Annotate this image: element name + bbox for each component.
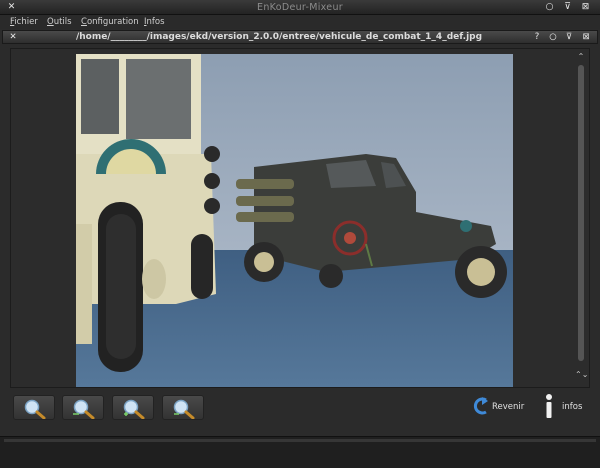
zoom-original-icon	[73, 399, 95, 419]
subwindow-close-button[interactable]: ✕	[8, 32, 18, 42]
infos-label: infos	[562, 402, 583, 412]
file-path: /home/________/images/ekd/version_2.0.0/…	[75, 32, 483, 42]
undo-arrow-icon	[473, 397, 488, 415]
image-preview[interactable]	[76, 54, 513, 387]
scroll-thumb[interactable]	[578, 65, 584, 361]
window-title: EnKoDeur-Mixeur	[257, 2, 343, 13]
window-minimize-icon[interactable]: ⊽	[562, 2, 573, 13]
window-shade-icon[interactable]: ○	[544, 2, 555, 13]
zoom-fit-button[interactable]	[13, 395, 55, 420]
zoom-out-button[interactable]	[162, 395, 204, 420]
menu-configuration[interactable]: Configuration	[81, 17, 139, 27]
zoom-fit-icon	[24, 399, 46, 419]
subwindow-maximize-icon[interactable]: ⊠	[581, 32, 591, 42]
scroll-track[interactable]	[578, 65, 584, 361]
zoom-in-button[interactable]	[112, 395, 154, 420]
subwindow-shade-icon[interactable]: ○	[548, 32, 558, 42]
menu-fichier[interactable]: Fichier	[10, 17, 38, 27]
zoom-out-icon	[173, 399, 195, 419]
zoom-in-icon	[123, 399, 145, 419]
subwindow-minimize-icon[interactable]: ⊽	[564, 32, 574, 42]
scroll-up-icon[interactable]: ⌃	[575, 52, 587, 62]
footer-separator	[4, 439, 596, 442]
status-footer	[0, 436, 600, 468]
infos-button[interactable]: infos	[542, 393, 592, 421]
revenir-label: Revenir	[492, 402, 525, 412]
scroll-updown-icon[interactable]: ⌃⌄	[575, 370, 588, 380]
menu-outils[interactable]: Outils	[47, 17, 72, 27]
menubar: Fichier Outils Configuration Infos	[0, 15, 600, 29]
preview-area: ⌃ ⌃⌄	[10, 48, 590, 388]
help-icon[interactable]: ?	[532, 32, 542, 42]
window-titlebar: ✕ EnKoDeur-Mixeur ○ ⊽ ⊠	[0, 0, 600, 15]
subwindow-titlebar: ✕ /home/________/images/ekd/version_2.0.…	[2, 30, 598, 44]
vehicle-render-image	[76, 54, 513, 387]
menu-infos[interactable]: Infos	[144, 17, 165, 27]
vertical-scrollbar[interactable]: ⌃ ⌃⌄	[575, 52, 588, 386]
info-icon	[546, 394, 552, 418]
zoom-original-button[interactable]	[62, 395, 104, 420]
window-maximize-icon[interactable]: ⊠	[580, 2, 591, 13]
